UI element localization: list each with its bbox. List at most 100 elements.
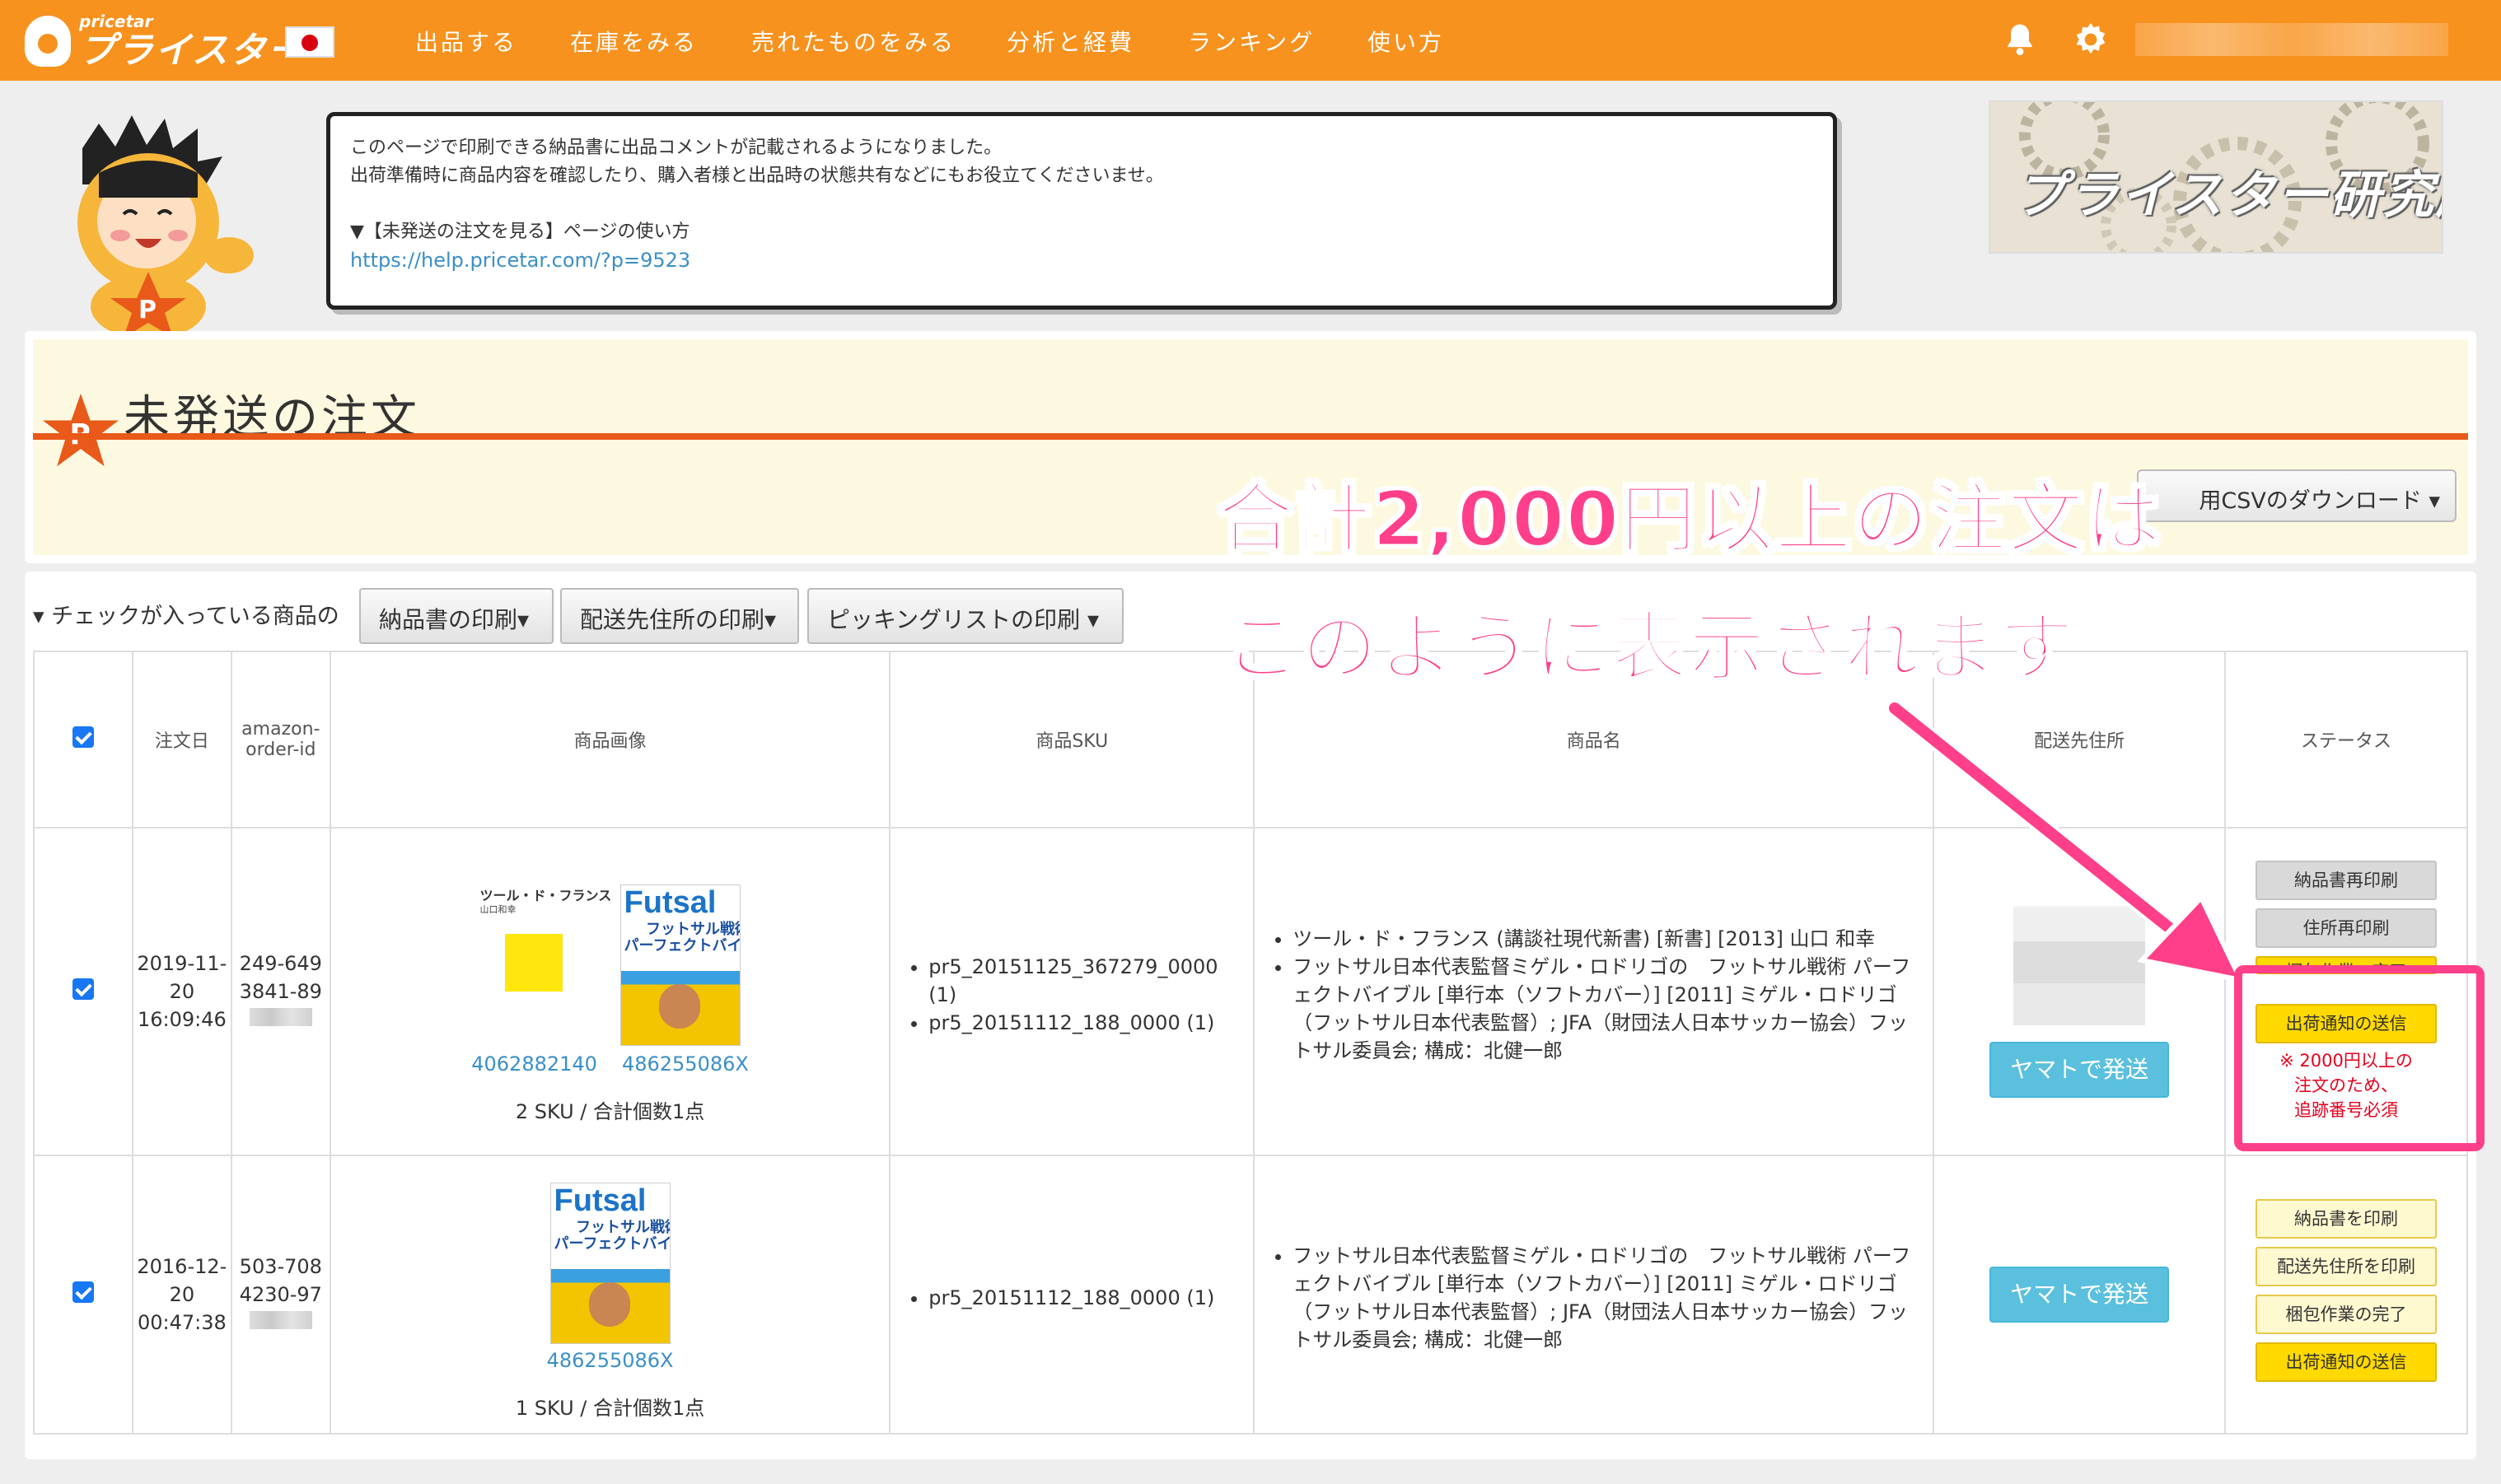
- asin-link[interactable]: 486255086X: [622, 1052, 749, 1076]
- notice-box: このページで印刷できる納品書に出品コメントが記載されるようになりました。 出荷準…: [326, 112, 1837, 310]
- japan-flag-icon[interactable]: [285, 26, 334, 58]
- packing-complete-button[interactable]: 梱包作業の完了: [2256, 1295, 2438, 1334]
- nav-item-ranking[interactable]: ランキング: [1188, 25, 1315, 58]
- row-checkbox-cell[interactable]: [33, 827, 133, 1156]
- sku-count: 2 SKU / 合計個数1点: [515, 1099, 705, 1123]
- order-time: 16:09:46: [137, 1008, 227, 1031]
- product-name-cell: ツール・ド・フランス (講談社現代新書) [新書] [2013] 山口 和幸 フ…: [1253, 827, 1935, 1156]
- order-id-part-1[interactable]: 503-708: [232, 1253, 330, 1281]
- sku-count: 1 SKU / 合計個数1点: [515, 1396, 705, 1420]
- send-ship-notice-button[interactable]: 出荷通知の送信: [2256, 1004, 2438, 1043]
- order-time: 00:47:38: [137, 1311, 227, 1334]
- lab-banner-text: プライスター研究所: [2015, 165, 2443, 225]
- table-row: 2016-12-20 00:47:38 503-708 4230-97 Futs…: [33, 1155, 2468, 1435]
- print-address-button[interactable]: 配送先住所の印刷▾: [560, 588, 799, 644]
- bell-icon[interactable]: [2002, 21, 2038, 58]
- send-ship-notice-button[interactable]: 出荷通知の送信: [2256, 1342, 2438, 1382]
- lab-banner[interactable]: プライスター研究所: [1989, 100, 2443, 254]
- order-id-cell: 249-649 3841-89: [230, 827, 331, 1156]
- csv-download-button[interactable]: 用CSVのダウンロード ▾: [2137, 469, 2457, 522]
- row-checkbox[interactable]: [72, 1281, 94, 1303]
- futsal-cover-sub2: パーフェクトバイブル: [624, 936, 740, 954]
- order-id-part-1[interactable]: 249-649: [232, 950, 330, 978]
- futsal-cover-sub1: フットサル戦術: [576, 1218, 671, 1236]
- header-select-all[interactable]: [33, 651, 133, 828]
- sku-item: pr5_20151125_367279_0000 (1): [928, 953, 1240, 1009]
- logo-small-text: pricetar: [79, 12, 153, 31]
- book-cover-tour-de-france[interactable]: ツール・ド・フランス 山口和幸: [479, 884, 611, 1046]
- nav-item-sold[interactable]: 売れたものをみる: [751, 25, 956, 58]
- title-divider: [33, 433, 2468, 440]
- product-name-cell: フットサル日本代表監督ミゲル・ロドリゴの フットサル戦術 パーフェクトバイブル …: [1253, 1155, 1935, 1435]
- row-checkbox[interactable]: [72, 978, 94, 1000]
- futsal-cover-photo: [658, 983, 700, 1029]
- packing-complete-button[interactable]: 梱包作業の完了: [2256, 956, 2438, 974]
- reprint-invoice-button[interactable]: 納品書再印刷: [2256, 861, 2438, 900]
- nav-item-howto[interactable]: 使い方: [1367, 25, 1444, 58]
- warning-line-1: ※ 2000円以上の: [2279, 1051, 2413, 1071]
- product-image-cell: ツール・ド・フランス 山口和幸 Futsal フットサル戦術パーフェクトバイブル…: [329, 827, 891, 1156]
- notice-line-2: 出荷準備時に商品内容を確認したり、購入者様と出品時の状態共有などにもお役立てくだ…: [350, 166, 1164, 186]
- help-link[interactable]: https://help.pricetar.com/?p=9523: [350, 246, 1813, 274]
- header-sku[interactable]: 商品SKU: [889, 651, 1255, 828]
- order-id-part-2[interactable]: 3841-89: [232, 978, 330, 1006]
- annotation-arrow-icon: [1886, 699, 2246, 984]
- pricetar-star-icon: P: [42, 393, 119, 467]
- book-cover-futsal[interactable]: Futsal フットサル戦術パーフェクトバイブル: [549, 1182, 671, 1344]
- nav-item-listing[interactable]: 出品する: [415, 25, 517, 58]
- ship-yamato-button[interactable]: ヤマトで発送: [1989, 1042, 2170, 1098]
- order-id-redacted: [249, 1311, 312, 1329]
- order-id-part-2[interactable]: 4230-97: [232, 1281, 330, 1309]
- bulk-action-label: ▾ チェックが入っている商品の: [33, 604, 339, 629]
- notice-line-1: このページで印刷できる納品書に出品コメントが記載されるようになりました。: [350, 138, 1003, 158]
- tracking-required-warning: ※ 2000円以上の 注文のため、 追跡番号必須: [2226, 1048, 2466, 1122]
- annotation-line-1: 合計2,000円以上の注文は: [1216, 474, 2163, 565]
- order-date: 2019-11-20: [137, 952, 227, 1003]
- print-picking-list-button[interactable]: ピッキングリストの印刷 ▾: [807, 588, 1124, 644]
- order-id-redacted: [249, 1008, 312, 1026]
- header-product-image: 商品画像: [329, 651, 891, 828]
- header-order-id[interactable]: amazon-order-id: [230, 651, 331, 828]
- ship-yamato-button[interactable]: ヤマトで発送: [1989, 1267, 2170, 1323]
- order-date-cell: 2016-12-20 00:47:38: [131, 1155, 232, 1435]
- status-cell: 納品書を印刷 配送先住所を印刷 梱包作業の完了 出荷通知の送信: [2224, 1155, 2468, 1435]
- asin-link[interactable]: 4062882140: [471, 1052, 597, 1076]
- print-address-row-button[interactable]: 配送先住所を印刷: [2256, 1247, 2438, 1286]
- cover-yellow-square: [504, 933, 563, 992]
- top-nav-bar: pricetar プライスター 出品する 在庫をみる 売れたものをみる 分析と経…: [0, 0, 2501, 81]
- reprint-address-button[interactable]: 住所再印刷: [2256, 908, 2438, 948]
- product-image-cell: Futsal フットサル戦術パーフェクトバイブル 486255086X 1 SK…: [329, 1155, 891, 1435]
- logo-mascot-icon: [25, 16, 71, 67]
- sku-item: pr5_20151112_188_0000 (1): [928, 1284, 1240, 1312]
- ship-address-cell: ヤマトで発送: [1933, 1155, 2227, 1435]
- account-name-redacted[interactable]: [2135, 23, 2448, 56]
- order-date: 2016-12-20: [137, 1255, 227, 1306]
- cover-author: 山口和幸: [479, 903, 517, 915]
- nav-item-analysis[interactable]: 分析と経費: [1007, 25, 1134, 58]
- product-name-item: フットサル日本代表監督ミゲル・ロドリゴの フットサル戦術 パーフェクトバイブル …: [1293, 953, 1919, 1065]
- futsal-cover-title: Futsal: [624, 884, 717, 920]
- mascot-illustration: P: [77, 115, 254, 338]
- nav-item-inventory[interactable]: 在庫をみる: [570, 25, 698, 58]
- book-cover-futsal[interactable]: Futsal フットサル戦術パーフェクトバイブル: [619, 884, 741, 1046]
- select-all-checkbox[interactable]: [72, 726, 94, 748]
- pricetar-logo[interactable]: pricetar プライスター: [25, 8, 306, 74]
- print-invoice-row-button[interactable]: 納品書を印刷: [2256, 1199, 2438, 1239]
- gear-icon[interactable]: [2073, 21, 2109, 58]
- header-order-date[interactable]: 注文日: [131, 651, 232, 828]
- status-cell: 納品書再印刷 住所再印刷 梱包作業の完了 出荷通知の送信 ※ 2000円以上の …: [2224, 827, 2468, 1156]
- futsal-cover-sub1: フットサル戦術: [646, 920, 741, 938]
- futsal-cover-title: Futsal: [554, 1183, 647, 1218]
- asin-link[interactable]: 486255086X: [547, 1349, 674, 1372]
- sku-cell: pr5_20151125_367279_0000 (1) pr5_2015111…: [889, 827, 1255, 1156]
- print-invoice-button[interactable]: 納品書の印刷▾: [359, 588, 554, 644]
- order-date-cell: 2019-11-20 16:09:46: [131, 827, 232, 1156]
- futsal-cover-photo: [588, 1281, 630, 1327]
- csv-download-label: 用CSVのダウンロード: [2199, 488, 2422, 514]
- warning-line-3: 追跡番号必須: [2294, 1100, 2399, 1120]
- row-checkbox-cell[interactable]: [33, 1155, 133, 1435]
- order-id-cell: 503-708 4230-97: [230, 1155, 331, 1435]
- product-name-item: ツール・ド・フランス (講談社現代新書) [新書] [2013] 山口 和幸: [1293, 925, 1919, 953]
- notice-line-3: ▼【未発送の注文を見る】ページの使い方: [350, 222, 690, 242]
- product-name-item: フットサル日本代表監督ミゲル・ロドリゴの フットサル戦術 パーフェクトバイブル …: [1293, 1242, 1919, 1354]
